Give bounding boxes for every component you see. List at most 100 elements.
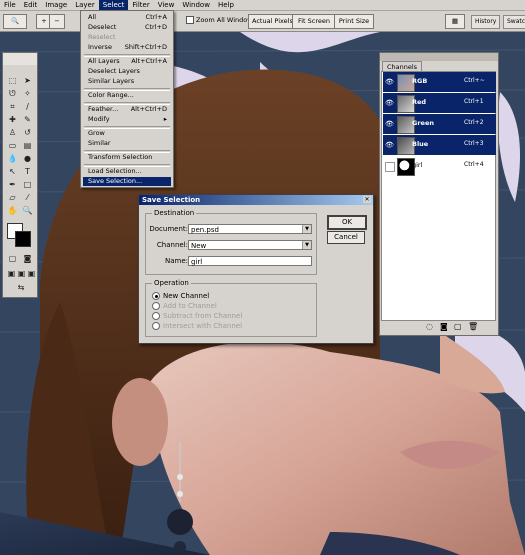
menu-item-deselect[interactable]: Deselect Ctrl+D [83, 23, 171, 32]
brush-tool-icon[interactable]: ✎ [21, 114, 34, 125]
menu-help[interactable]: Help [214, 0, 238, 10]
channel-name: Red [412, 98, 427, 106]
menu-item-grow[interactable]: Grow [83, 129, 171, 138]
hand-tool-icon[interactable]: ✋ [6, 205, 19, 216]
gradient-tool-icon[interactable]: ▤ [21, 140, 34, 151]
delete-channel-icon[interactable]: 🗑 [468, 322, 478, 331]
marquee-tool-icon[interactable]: ⬚ [6, 75, 19, 86]
menu-image[interactable]: Image [41, 0, 71, 10]
fit-screen-button[interactable]: Fit Screen [292, 14, 336, 29]
channels-list: 👁 RGB Ctrl+~ 👁 Red Ctrl+1 👁 Green Ctrl+2… [381, 71, 496, 321]
menu-item-inverse[interactable]: Inverse Shift+Ctrl+D [83, 43, 171, 52]
menu-item-similar[interactable]: Similar [83, 139, 171, 148]
menu-file[interactable]: File [0, 0, 20, 10]
radio-label: Intersect with Channel [163, 322, 243, 330]
eye-icon[interactable]: 👁 [385, 78, 394, 86]
print-size-button[interactable]: Print Size [334, 14, 374, 29]
menu-layer[interactable]: Layer [71, 0, 99, 10]
zoom-icon[interactable]: 🔍 [3, 14, 27, 29]
menu-item-feather[interactable]: Feather... Alt+Ctrl+D [83, 105, 171, 114]
dialog-titlebar[interactable]: Save Selection ✕ [139, 195, 373, 205]
close-icon[interactable]: ✕ [363, 196, 371, 203]
menu-item-load-selection[interactable]: Load Selection... [83, 167, 171, 176]
radio-label: Add to Channel [163, 302, 217, 310]
eye-icon[interactable]: 👁 [385, 99, 394, 107]
channel-row-girl[interactable]: girl Ctrl+4 [383, 156, 496, 176]
menu-edit[interactable]: Edit [20, 0, 42, 10]
type-tool-icon[interactable]: T [21, 166, 34, 177]
menu-item-save-selection[interactable]: Save Selection... [83, 177, 171, 186]
menu-item-similar-layers[interactable]: Similar Layers [83, 77, 171, 86]
crop-tool-icon[interactable]: ⌗ [6, 101, 19, 112]
name-label: Name: [164, 257, 188, 265]
channel-select[interactable]: New ▼ [188, 240, 312, 250]
channel-shortcut: Ctrl+3 [464, 140, 484, 147]
blur-tool-icon[interactable]: 💧 [6, 153, 19, 164]
cancel-button[interactable]: Cancel [327, 231, 365, 244]
zoom-out-icon[interactable]: − [49, 14, 65, 29]
standard-mode-icon[interactable]: ▢ [6, 253, 19, 264]
document-select[interactable]: pen.psd ▼ [188, 224, 312, 234]
actual-pixels-button[interactable]: Actual Pixels [248, 14, 294, 29]
menu-item-all-layers[interactable]: All Layers Alt+Ctrl+A [83, 57, 171, 66]
pen-tool-icon[interactable]: ✒ [6, 179, 19, 190]
eyedropper-tool-icon[interactable]: ⁄ [21, 192, 34, 203]
new-channel-icon[interactable]: ▢ [454, 322, 462, 331]
radio-new-channel[interactable]: New Channel [152, 292, 209, 300]
save-selection-as-channel-icon[interactable]: ◙ [440, 322, 448, 331]
move-tool-icon[interactable]: ➤ [21, 75, 34, 86]
menu-item-color-range[interactable]: Color Range... [83, 91, 171, 100]
tab-history[interactable]: History [471, 15, 501, 29]
menu-item-all[interactable]: All Ctrl+A [83, 13, 171, 22]
menu-select[interactable]: Select [98, 0, 129, 10]
chevron-down-icon: ▼ [302, 225, 311, 233]
channel-shortcut: Ctrl+1 [464, 98, 484, 105]
channel-row-rgb[interactable]: 👁 RGB Ctrl+~ [383, 72, 496, 92]
palette-well-icon[interactable]: ▦ [445, 14, 465, 29]
lasso-tool-icon[interactable]: ᘎ [6, 88, 19, 99]
channel-row-red[interactable]: 👁 Red Ctrl+1 [383, 93, 496, 113]
healing-brush-tool-icon[interactable]: ✚ [6, 114, 19, 125]
channel-row-blue[interactable]: 👁 Blue Ctrl+3 [383, 135, 496, 155]
zoom-tool-icon[interactable]: 🔍 [21, 205, 34, 216]
load-channel-as-selection-icon[interactable]: ◌ [426, 322, 433, 331]
eye-icon[interactable]: 👁 [385, 141, 394, 149]
eye-icon[interactable]: 👁 [385, 120, 394, 128]
notes-tool-icon[interactable]: ▱ [6, 192, 19, 203]
quick-mask-icon[interactable]: ◙ [21, 253, 34, 264]
menu-item-deselect-layers[interactable]: Deselect Layers [83, 67, 171, 76]
menu-item-transform-selection[interactable]: Transform Selection [83, 153, 171, 162]
stamp-tool-icon[interactable]: ♙ [6, 127, 19, 138]
ok-button[interactable]: OK [327, 215, 367, 230]
name-input[interactable]: girl [188, 256, 312, 266]
jump-to-imageready-icon[interactable]: ⇆ [12, 282, 30, 293]
eraser-tool-icon[interactable]: ▭ [6, 140, 19, 151]
radio-checked-icon [152, 292, 160, 300]
background-color-swatch[interactable] [15, 231, 31, 247]
zoom-all-windows-checkbox[interactable]: Zoom All Windows [186, 16, 256, 24]
channel-shortcut: Ctrl+4 [464, 161, 484, 168]
palette-titlebar[interactable] [380, 53, 498, 61]
channel-row-green[interactable]: 👁 Green Ctrl+2 [383, 114, 496, 134]
radio-label: Subtract from Channel [163, 312, 243, 320]
menu-view[interactable]: View [154, 0, 179, 10]
channels-palette: Channels 👁 RGB Ctrl+~ 👁 Red Ctrl+1 👁 Gre… [379, 52, 499, 336]
chevron-down-icon: ▼ [302, 241, 311, 249]
eye-toggle-empty[interactable] [385, 162, 395, 172]
shape-tool-icon[interactable]: □ [21, 179, 34, 190]
radio-subtract-from-channel: Subtract from Channel [152, 312, 242, 320]
slice-tool-icon[interactable]: ∕ [21, 101, 34, 112]
radio-icon [152, 312, 160, 320]
menu-filter[interactable]: Filter [128, 0, 153, 10]
magic-wand-tool-icon[interactable]: ✧ [21, 88, 34, 99]
tab-swatches[interactable]: Swatches [503, 15, 525, 29]
options-bar: 🔍 + − Zoom All Windows Actual Pixels Fit… [0, 11, 525, 32]
radio-intersect-with-channel: Intersect with Channel [152, 322, 242, 330]
document-value: pen.psd [191, 226, 219, 234]
menu-item-modify[interactable]: Modify ▸ [83, 115, 171, 124]
screen-mode-full-icon[interactable]: ▣ [25, 268, 38, 279]
history-brush-tool-icon[interactable]: ↺ [21, 127, 34, 138]
path-selection-tool-icon[interactable]: ↖ [6, 166, 19, 177]
dodge-tool-icon[interactable]: ● [21, 153, 34, 164]
menu-window[interactable]: Window [178, 0, 214, 10]
